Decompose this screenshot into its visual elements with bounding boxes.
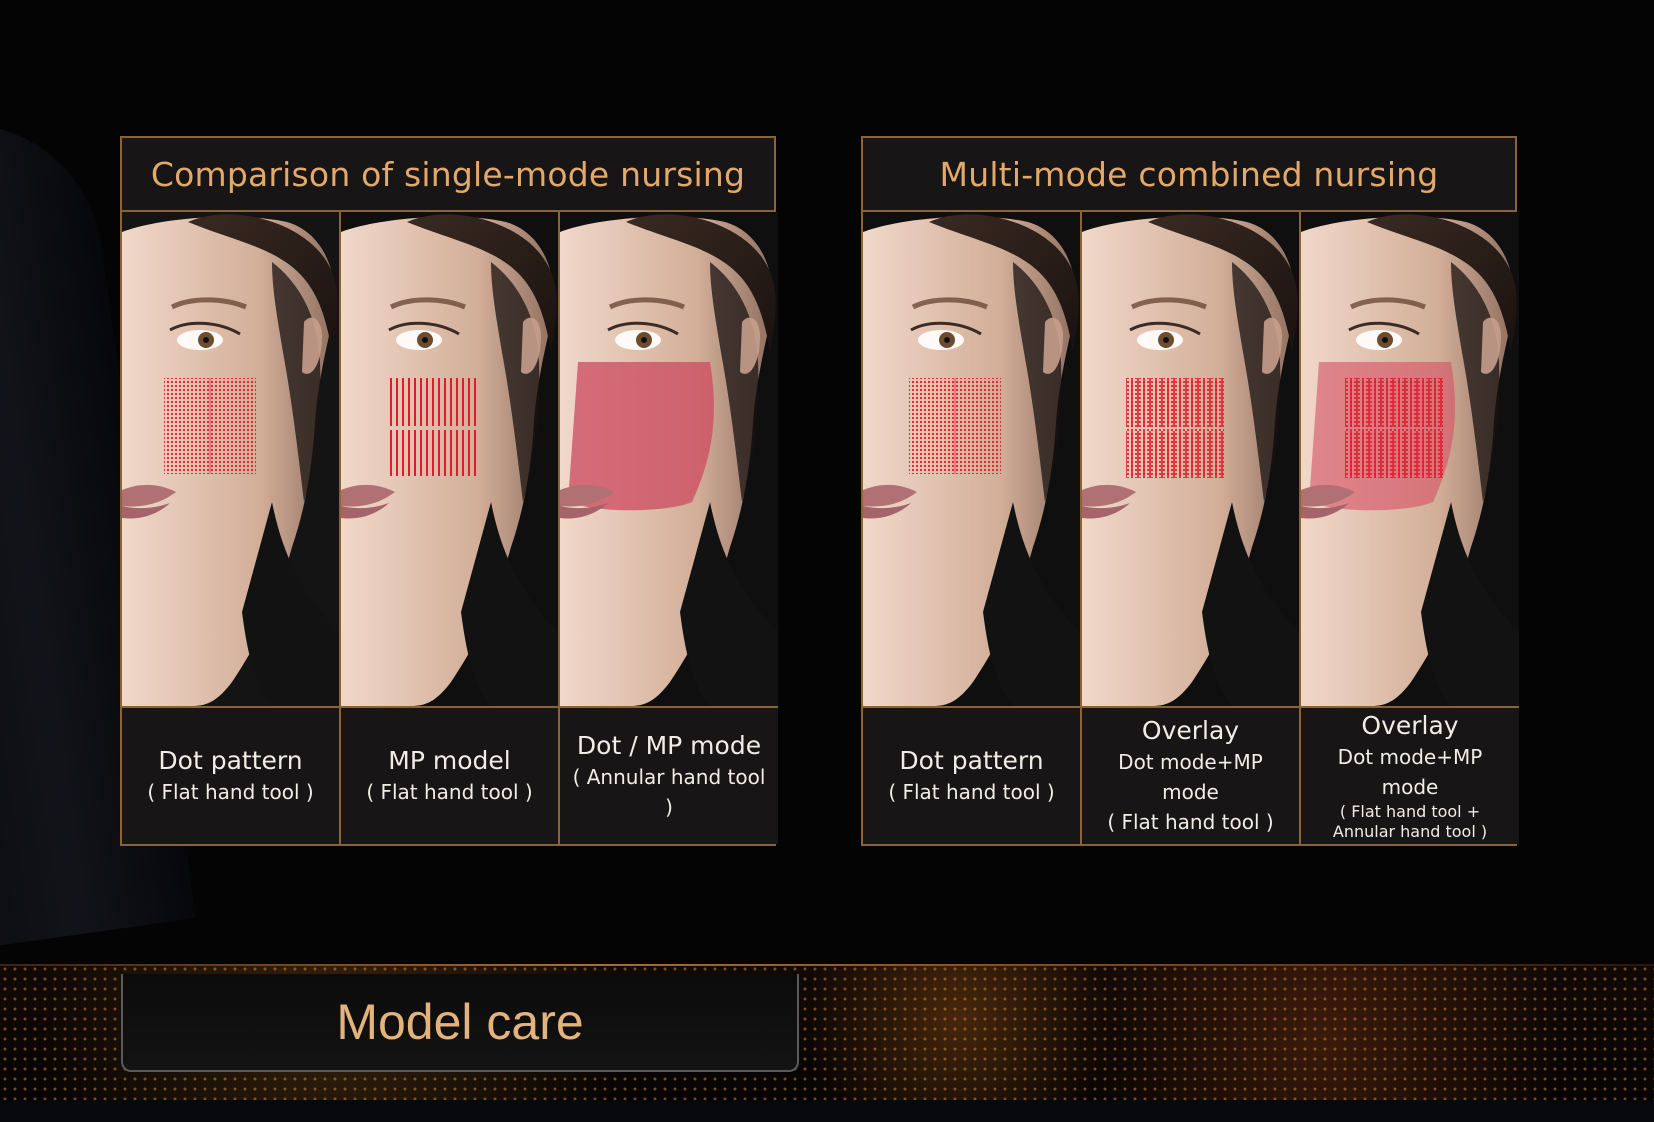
bottom-band xyxy=(0,1100,1654,1122)
caption-subtitle: ( Flat hand tool ) xyxy=(366,780,533,804)
caption-title: Overlay xyxy=(1141,716,1240,745)
multi-card-overlay-annular: Overlay Dot mode+MP mode ( Flat hand too… xyxy=(1301,212,1519,844)
caption: Overlay Dot mode+MP mode ( Flat hand too… xyxy=(1301,708,1519,844)
single-card-mp: MP model ( Flat hand tool ) xyxy=(341,212,560,844)
caption-subtitle-1: Dot mode+MP mode xyxy=(1337,745,1483,799)
caption: Overlay Dot mode+MP mode ( Flat hand too… xyxy=(1082,708,1299,844)
face-image xyxy=(341,212,558,708)
face-image xyxy=(1082,212,1299,708)
multi-card-overlay: Overlay Dot mode+MP mode ( Flat hand too… xyxy=(1082,212,1301,844)
caption-subtitle-3: Annular hand tool ) xyxy=(1332,822,1488,841)
face-image xyxy=(863,212,1080,708)
caption-subtitle-2: ( Flat hand tool + xyxy=(1339,802,1481,821)
multi-mode-title: Multi-mode combined nursing xyxy=(863,138,1515,212)
model-care-box: Model care xyxy=(121,974,799,1072)
caption-subtitle-2: ( Flat hand tool ) xyxy=(1107,810,1274,834)
multi-card-dot: Dot pattern ( Flat hand tool ) xyxy=(863,212,1082,844)
caption-subtitle: ( Flat hand tool ) xyxy=(888,780,1055,804)
caption-title: Overlay xyxy=(1361,711,1459,740)
single-card-annular: Dot / MP mode ( Annular hand tool ) xyxy=(560,212,778,844)
caption: MP model ( Flat hand tool ) xyxy=(341,708,558,844)
caption-title: Dot pattern xyxy=(899,746,1044,775)
model-care-title: Model care xyxy=(336,994,584,1050)
caption: Dot pattern ( Flat hand tool ) xyxy=(122,708,339,844)
single-mode-panel: Comparison of single-mode nursing Dot pa… xyxy=(120,136,778,846)
caption-title: Dot / MP mode xyxy=(576,731,762,760)
face-image xyxy=(122,212,339,708)
face-image xyxy=(560,212,778,708)
caption-title: Dot pattern xyxy=(158,746,303,775)
caption: Dot / MP mode ( Annular hand tool ) xyxy=(560,708,778,844)
caption-subtitle-1: Dot mode+MP mode xyxy=(1118,750,1263,804)
caption-subtitle: ( Flat hand tool ) xyxy=(147,780,314,804)
face-image xyxy=(1301,212,1519,708)
single-mode-title: Comparison of single-mode nursing xyxy=(122,138,774,212)
single-card-dot: Dot pattern ( Flat hand tool ) xyxy=(122,212,341,844)
caption-title: MP model xyxy=(388,746,511,775)
caption: Dot pattern ( Flat hand tool ) xyxy=(863,708,1080,844)
caption-subtitle: ( Annular hand tool ) xyxy=(572,765,766,819)
multi-mode-panel: Multi-mode combined nursing Dot pattern … xyxy=(861,136,1519,846)
